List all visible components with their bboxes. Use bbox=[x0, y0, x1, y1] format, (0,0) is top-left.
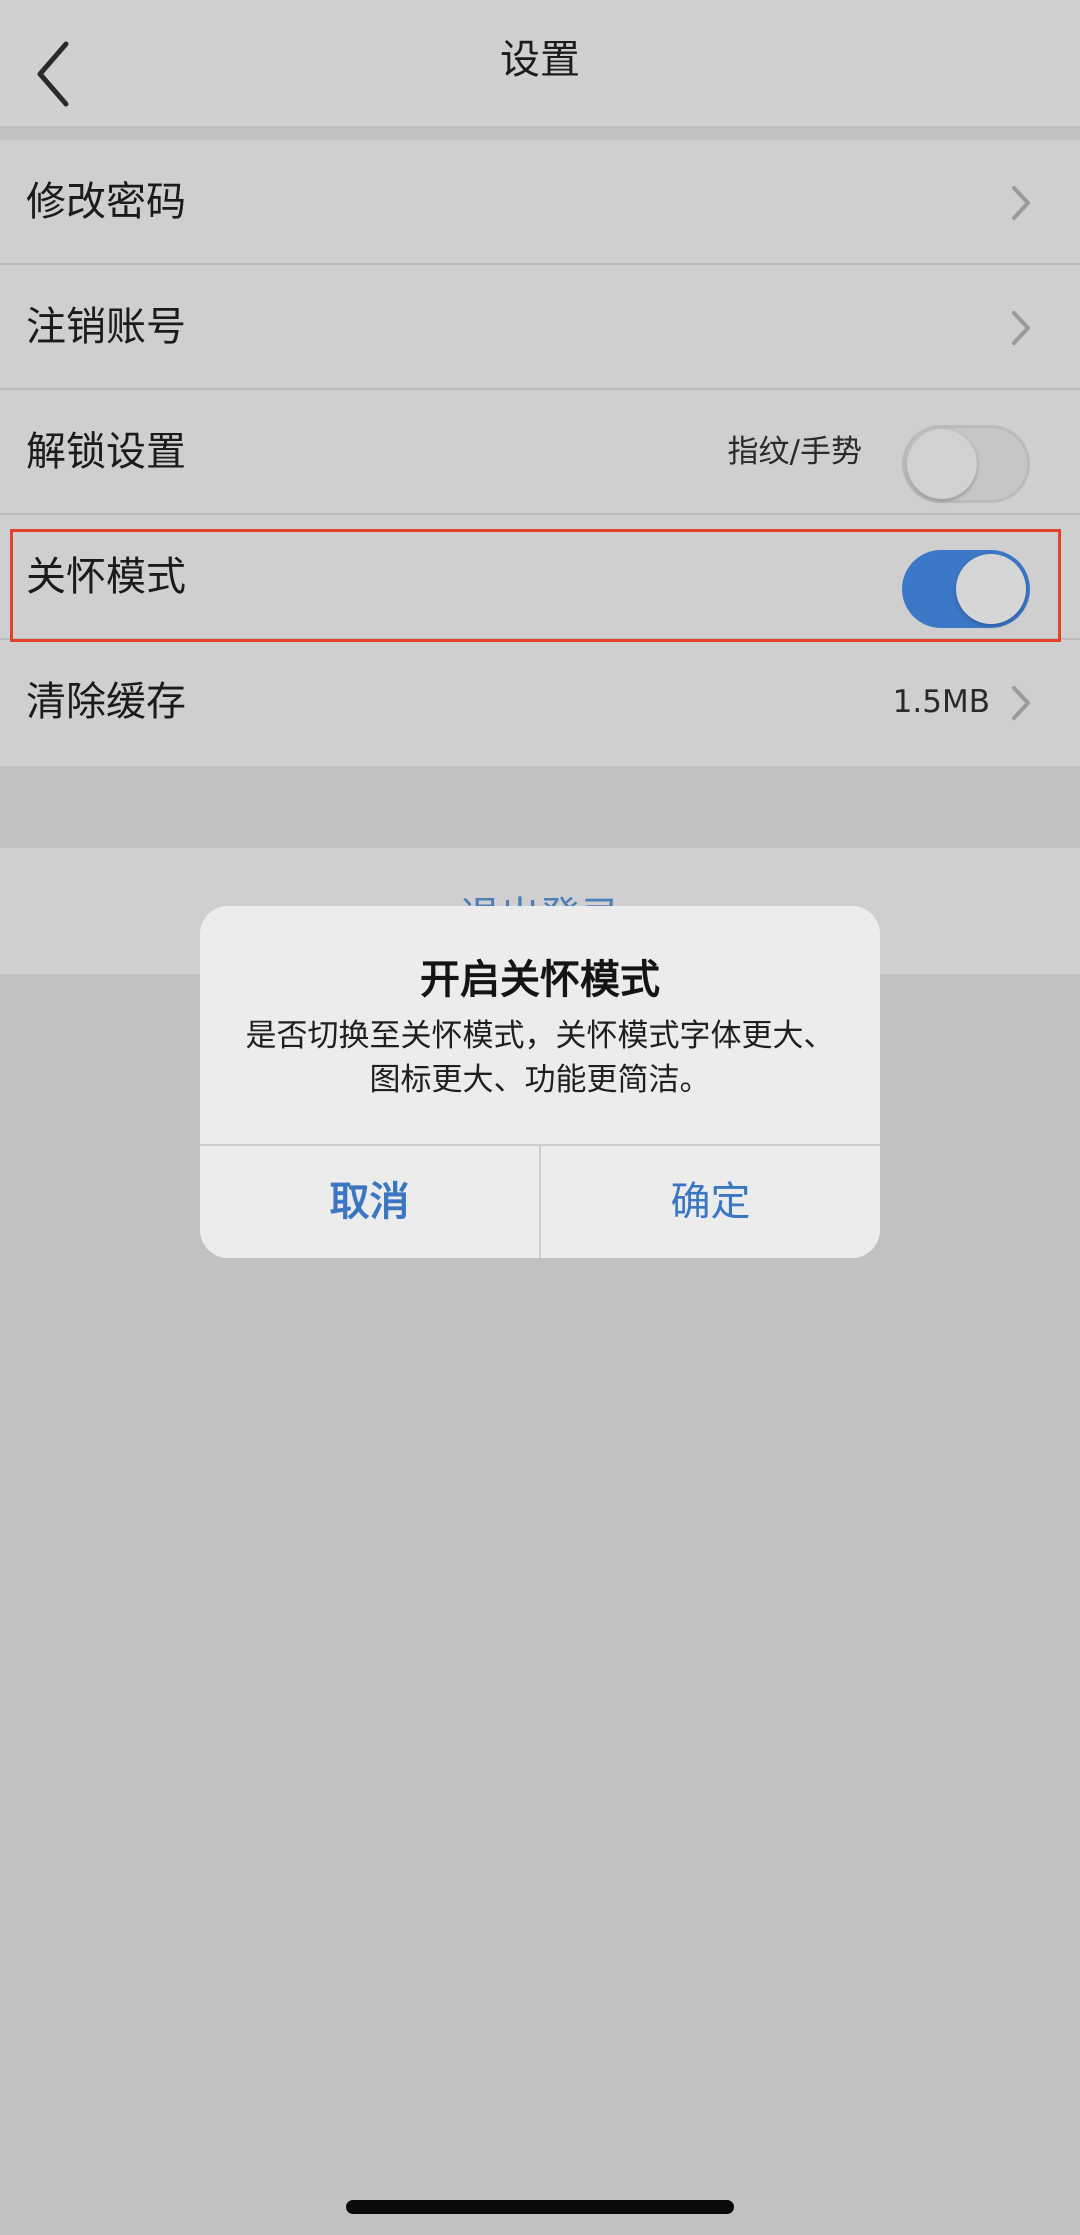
settings-row-change-password[interactable]: 修改密码 bbox=[0, 140, 1080, 265]
navigation-bar: 设置 bbox=[0, 0, 1080, 128]
chevron-right-icon bbox=[1012, 186, 1030, 220]
dialog-message: 是否切换至关怀模式，关怀模式字体更大、图标更大、功能更简洁。 bbox=[245, 1018, 835, 1098]
settings-row-label: 注销账号 bbox=[26, 304, 186, 350]
settings-row-label: 修改密码 bbox=[26, 179, 186, 225]
chevron-right-icon bbox=[1012, 686, 1030, 720]
settings-row-clear-cache[interactable]: 清除缓存 1.5MB bbox=[0, 640, 1080, 766]
settings-row-delete-account[interactable]: 注销账号 bbox=[0, 265, 1080, 390]
unlock-toggle[interactable] bbox=[902, 425, 1030, 503]
care-mode-highlight-frame bbox=[10, 529, 1061, 642]
settings-list: 修改密码 注销账号 解锁设置 指纹/手势 关怀模式 清除缓存 1.5MB bbox=[0, 140, 1080, 766]
settings-row-unlock: 解锁设置 指纹/手势 bbox=[0, 390, 1080, 515]
dialog-title: 开启关怀模式 bbox=[420, 957, 660, 1003]
chevron-right-icon bbox=[1012, 311, 1030, 345]
toggle-knob bbox=[907, 429, 977, 499]
settings-row-label: 清除缓存 bbox=[26, 679, 186, 725]
confirm-button[interactable]: 确定 bbox=[541, 1146, 880, 1258]
care-mode-dialog: 开启关怀模式 是否切换至关怀模式，关怀模式字体更大、图标更大、功能更简洁。 取消… bbox=[200, 906, 880, 1258]
dialog-actions: 取消 确定 bbox=[200, 1144, 880, 1258]
settings-row-label: 解锁设置 bbox=[26, 429, 186, 475]
cache-size-value: 1.5MB bbox=[892, 684, 990, 720]
page-title: 设置 bbox=[500, 37, 580, 83]
unlock-method-value: 指纹/手势 bbox=[727, 434, 862, 470]
home-indicator[interactable] bbox=[346, 2200, 734, 2214]
cancel-button[interactable]: 取消 bbox=[200, 1146, 541, 1258]
